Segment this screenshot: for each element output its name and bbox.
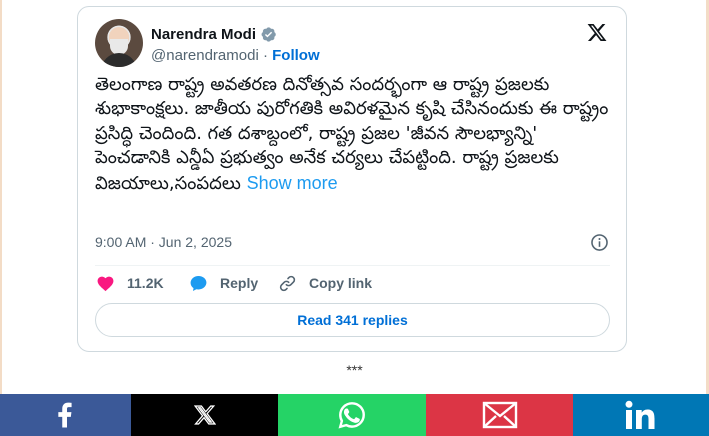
tweet-text-body: తెలంగాణ రాష్ట్ర అవతరణ దినోత్సవ సందర్భంగా… [95, 74, 609, 194]
like-button[interactable]: 11.2K [96, 272, 164, 294]
whatsapp-icon [338, 402, 365, 429]
embedded-tweet-card: Narendra Modi @narendramodi · Follow తెల… [77, 6, 627, 352]
x-logo-icon[interactable] [586, 22, 608, 43]
tweet-text: తెలంగాణ రాష్ట్ర అవతరణ దినోత్సవ సందర్భంగా… [95, 73, 610, 196]
author-name[interactable]: Narendra Modi [151, 26, 256, 43]
linkedin-icon [625, 400, 655, 429]
info-icon[interactable] [590, 233, 609, 252]
share-whatsapp-button[interactable] [278, 394, 426, 436]
author-handle[interactable]: @narendramodi [151, 47, 259, 64]
follow-button[interactable]: Follow [272, 47, 320, 64]
reply-label: Reply [220, 275, 259, 291]
copy-link-label: Copy link [309, 275, 373, 291]
share-bar [0, 394, 709, 436]
reply-button[interactable]: Reply [189, 272, 258, 294]
avatar-body [101, 53, 137, 67]
heart-icon [97, 276, 114, 291]
handle-row: @narendramodi · Follow [151, 47, 320, 64]
copy-link-button[interactable]: Copy link [278, 272, 372, 294]
avatar[interactable] [95, 19, 143, 67]
verified-badge-icon [261, 27, 276, 42]
handle-separator-dot: · [262, 47, 268, 64]
reply-icon [190, 275, 207, 291]
share-x-button[interactable] [131, 394, 278, 436]
x-icon [193, 405, 216, 425]
share-linkedin-button[interactable] [573, 394, 709, 436]
envelope-icon [482, 401, 517, 429]
facebook-icon [57, 402, 72, 428]
tweet-timestamp[interactable]: 9:00 AM · Jun 2, 2025 [95, 234, 232, 250]
like-count: 11.2K [127, 275, 164, 291]
share-email-button[interactable] [426, 394, 573, 436]
link-icon [279, 275, 296, 291]
show-more-link[interactable]: Show more [247, 173, 338, 193]
article-separator: *** [346, 362, 363, 378]
share-facebook-button[interactable] [0, 394, 131, 436]
tweet-divider [95, 265, 610, 266]
read-replies-button[interactable]: Read 341 replies [95, 303, 610, 337]
